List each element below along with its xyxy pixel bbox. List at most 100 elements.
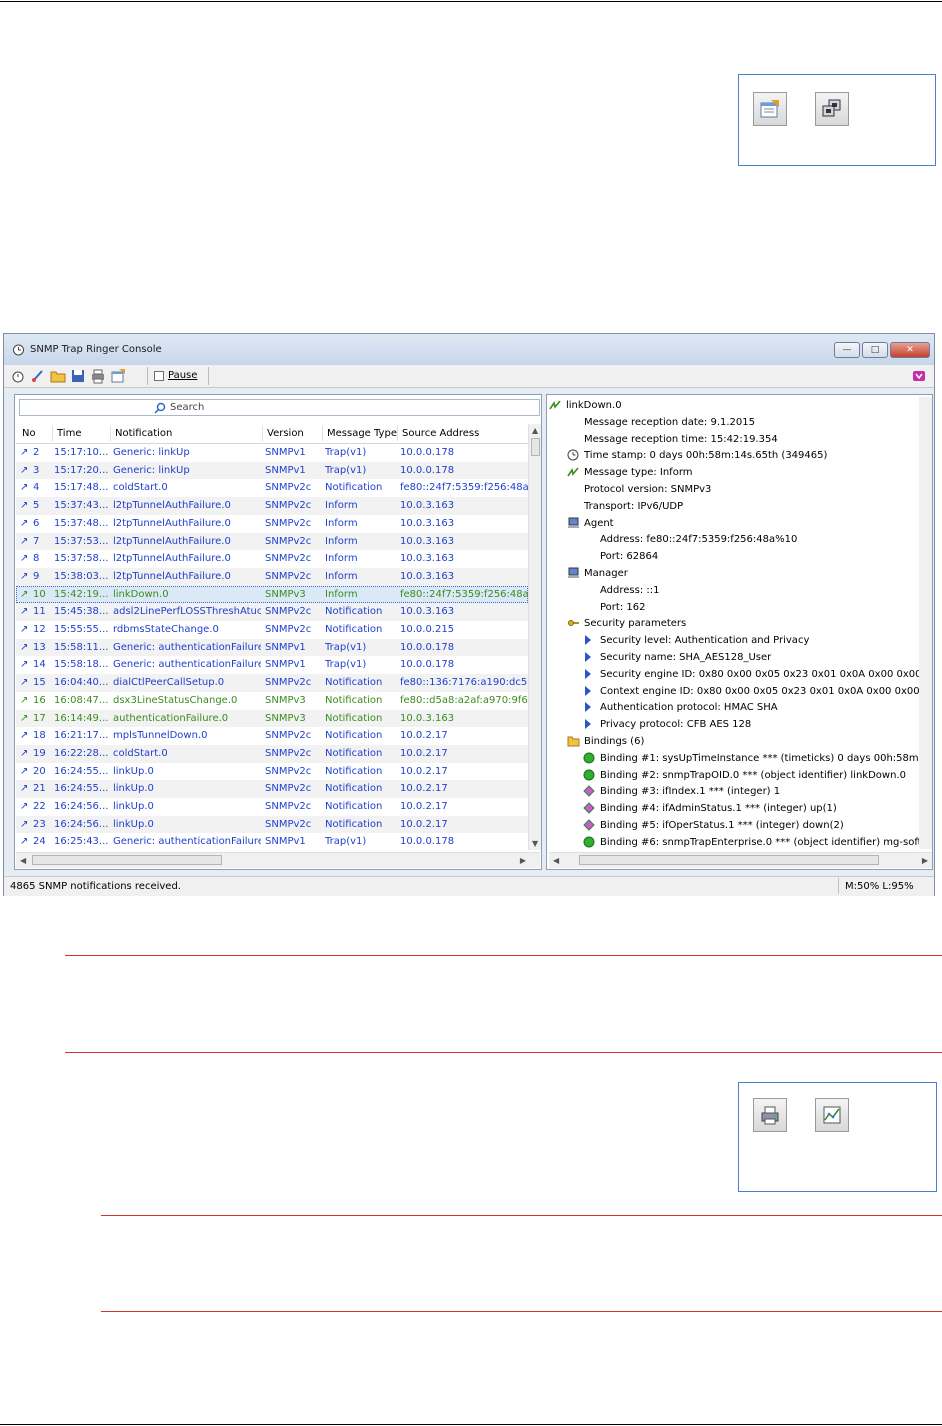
row-notification: l2tpTunnelAuthFailure.0 — [113, 553, 231, 565]
table-row[interactable]: ↗ 5 15:37:43... l2tpTunnelAuthFailure.0 SNMP… — [16, 497, 528, 515]
open-folder-icon[interactable] — [50, 368, 66, 384]
table-row[interactable]: ↗ 22 16:24:56... linkUp.0 SNMPv2c Notificatio… — [16, 798, 528, 816]
table-row[interactable]: ↗ 8 15:37:58... l2tpTunnelAuthFailure.0 SNMP… — [16, 550, 528, 568]
properties-toolbar-icon[interactable] — [110, 368, 126, 384]
table-row[interactable]: ↗ 24 16:25:43... Generic: authenticationFai… — [16, 833, 528, 851]
list-vertical-scrollbar[interactable]: ▲ ▼ — [528, 424, 541, 850]
row-version: SNMPv2c — [265, 570, 312, 582]
table-row[interactable]: ↗ 4 15:17:48... coldStart.0 SNMPv2c Notificat… — [16, 479, 528, 497]
row-number-text: 19 — [33, 747, 46, 759]
printer-icon[interactable] — [753, 1098, 787, 1132]
row-number-text: 9 — [33, 570, 40, 582]
memory-indicator: M:50% L:95% — [838, 878, 923, 894]
row-number-text: 4 — [33, 482, 40, 494]
title-bar[interactable]: SNMP Trap Ringer Console — □ ✕ — [4, 334, 934, 365]
row-notification: l2tpTunnelAuthFailure.0 — [113, 570, 231, 582]
detail-tree-text: Privacy protocol: CFB AES 128 — [600, 719, 752, 731]
row-time: 15:37:58... — [54, 553, 109, 565]
table-row[interactable]: ↗ 16 16:08:47... dsx3LineStatusChange.0 SNMP… — [16, 692, 528, 710]
toolbar: Pause — [4, 365, 934, 388]
key-icon — [567, 617, 580, 632]
detail-vertical-scrollbar[interactable] — [919, 397, 932, 849]
column-header-message-type[interactable]: Message Type — [327, 428, 397, 439]
row-notification: dsx3LineStatusChange.0 — [113, 694, 238, 706]
row-time: 15:17:48... — [54, 482, 109, 494]
table-row[interactable]: ↗ 17 16:14:49... authenticationFailure.0 SNM… — [16, 709, 528, 728]
arrow-icon — [583, 668, 593, 683]
table-row[interactable]: ↗ 20 16:24:55... linkUp.0 SNMPv2c Notificatio… — [16, 763, 528, 781]
table-row[interactable]: ↗ 14 15:58:18... Generic: authenticationFai… — [16, 656, 528, 674]
row-source-address: 10.0.3.163 — [400, 553, 455, 565]
list-vertical-scroll-thumb[interactable] — [531, 438, 540, 456]
row-number-text: 3 — [33, 464, 40, 476]
table-row[interactable]: ↗ 10 15:42:19... linkDown.0 SNMPv3 Inform fe80… — [16, 585, 528, 604]
column-header-version[interactable]: Version — [267, 428, 304, 439]
row-notification: linkUp.0 — [113, 783, 154, 795]
table-row[interactable]: ↗ 18 16:21:17... mplsTunnelDown.0 SNMPv2c Not… — [16, 727, 528, 745]
table-row[interactable]: ↗ 3 15:17:20... Generic: linkUp SNMPv1 Trap(v… — [16, 461, 528, 480]
clock-icon — [567, 449, 579, 464]
table-row[interactable]: ↗ 9 15:38:03... l2tpTunnelAuthFailure.0 SNMP… — [16, 567, 528, 586]
print-icon[interactable] — [90, 368, 106, 384]
table-row[interactable]: ↗ 2 15:17:10... Generic: linkUp SNMPv1 Trap(v… — [16, 444, 528, 462]
binding-green-icon — [583, 752, 595, 767]
table-row[interactable]: ↗ 7 15:37:53... l2tpTunnelAuthFailure.0 SNMP… — [16, 532, 528, 551]
arrow-icon — [583, 651, 593, 666]
row-number: ↗ 21 — [20, 783, 54, 794]
save-icon[interactable] — [70, 368, 86, 384]
trap-icon: ↗ — [20, 517, 29, 529]
detail-tree-text: Authentication protocol: HMAC SHA — [600, 702, 778, 714]
properties-icon[interactable] — [753, 92, 787, 126]
row-number-text: 23 — [33, 818, 46, 830]
search-input[interactable]: Search — [19, 399, 540, 416]
detail-tree-text: Binding #4: ifAdminStatus.1 *** (integer… — [600, 803, 837, 815]
row-version: SNMPv1 — [265, 836, 306, 848]
table-row[interactable]: ↗ 12 15:55:55... rdbmsStateChange.0 SNMPv2c N… — [16, 621, 528, 639]
detail-horizontal-scrollbar[interactable]: ◀ ▶ — [549, 852, 932, 868]
window-title: SNMP Trap Ringer Console — [30, 344, 162, 355]
table-row[interactable]: ↗ 11 15:45:38... adsl2LinePerfLOSSThreshAtu… — [16, 603, 528, 621]
row-message-type: Inform — [325, 588, 358, 600]
column-header-notification[interactable]: Notification — [115, 428, 172, 439]
row-message-type: Inform — [325, 570, 358, 582]
row-time: 15:55:55... — [54, 624, 109, 635]
trap-icon: ↗ — [20, 677, 29, 689]
table-row[interactable]: ↗ 13 15:58:11... Generic: authenticationFai… — [16, 638, 528, 657]
minimize-button[interactable]: — — [834, 342, 860, 358]
row-version: SNMPv3 — [265, 694, 306, 706]
icon-box-top — [738, 74, 936, 166]
row-source-address: fe80::24f7:5359:f256:48a%10 — [400, 482, 528, 494]
row-source-address: 10.0.2.17 — [400, 765, 448, 777]
table-row[interactable]: ↗ 23 16:24:56... linkUp.0 SNMPv2c Notificatio… — [16, 815, 528, 834]
column-header-source-address[interactable]: Source Address — [402, 428, 479, 439]
detail-horizontal-scroll-thumb[interactable] — [579, 855, 879, 865]
row-time: 16:24:55... — [54, 783, 109, 795]
row-message-type: Trap(v1) — [325, 447, 367, 458]
screens-icon[interactable] — [815, 92, 849, 126]
column-header-no[interactable]: No — [22, 428, 36, 439]
row-time: 15:37:48... — [54, 517, 109, 529]
list-horizontal-scroll-thumb[interactable] — [32, 855, 222, 865]
pause-checkbox-group[interactable]: Pause — [147, 367, 209, 385]
table-row[interactable]: ↗ 21 16:24:55... linkUp.0 SNMPv2c Notificatio… — [16, 780, 528, 798]
clear-icon[interactable] — [30, 368, 46, 384]
detail-tree-text: Address: fe80::24f7:5359:f256:48a%10 — [600, 534, 798, 546]
maximize-button[interactable]: □ — [862, 342, 888, 358]
pause-checkbox[interactable] — [154, 371, 164, 381]
table-row[interactable]: ↗ 6 15:37:48... l2tpTunnelAuthFailure.0 SNMP… — [16, 515, 528, 533]
row-number: ↗ 20 — [20, 766, 54, 777]
table-row[interactable]: ↗ 19 16:22:28... coldStart.0 SNMPv2c Notifica… — [16, 744, 528, 763]
folder-icon — [567, 735, 580, 750]
table-row[interactable]: ↗ 15 16:04:40... dialCtlPeerCallSetup.0 SNMP… — [16, 674, 528, 692]
ringer-icon[interactable] — [10, 368, 26, 384]
column-header-time[interactable]: Time — [57, 428, 81, 439]
mg-soft-logo-icon[interactable] — [912, 369, 926, 383]
row-time: 15:58:18... — [54, 659, 109, 671]
row-number: ↗ 17 — [20, 713, 54, 724]
close-button[interactable]: ✕ — [890, 342, 930, 358]
graph-icon[interactable] — [815, 1098, 849, 1132]
list-horizontal-scrollbar[interactable]: ◀ ▶ — [16, 852, 540, 868]
arrow-icon — [583, 634, 593, 649]
row-version: SNMPv2c — [265, 624, 312, 635]
row-number: ↗ 13 — [20, 642, 54, 653]
